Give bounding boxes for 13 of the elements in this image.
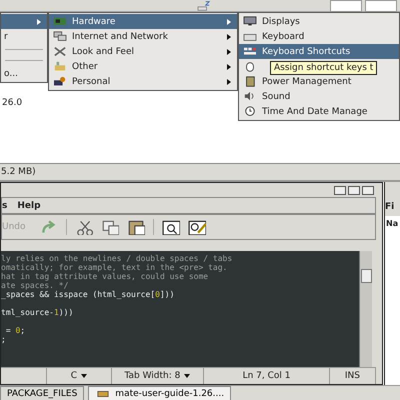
code-line: tml_source-1))) bbox=[1, 308, 74, 317]
code-line: omatically; for example, text in the <pre> tag. bbox=[1, 263, 228, 272]
tooltip: Assign shortcut keys t bbox=[270, 61, 378, 75]
code-line: ; bbox=[1, 335, 7, 344]
code-line: _spaces && isspace (html_source[0])) bbox=[1, 290, 176, 299]
status-text: INS bbox=[330, 368, 376, 384]
code-line: hat in tag attribute values, could use some bbox=[1, 272, 210, 281]
code-line: = 0; bbox=[4, 326, 26, 335]
code-line: ate spaces. */ bbox=[1, 281, 70, 290]
code-line: ly relies on the newlines / double spaces / tabs bbox=[1, 254, 234, 263]
status-text: 5.2 MB) bbox=[1, 167, 36, 177]
status-text: Ln 7, Col 1 bbox=[204, 368, 330, 384]
version-text: 26.0 bbox=[2, 98, 22, 108]
